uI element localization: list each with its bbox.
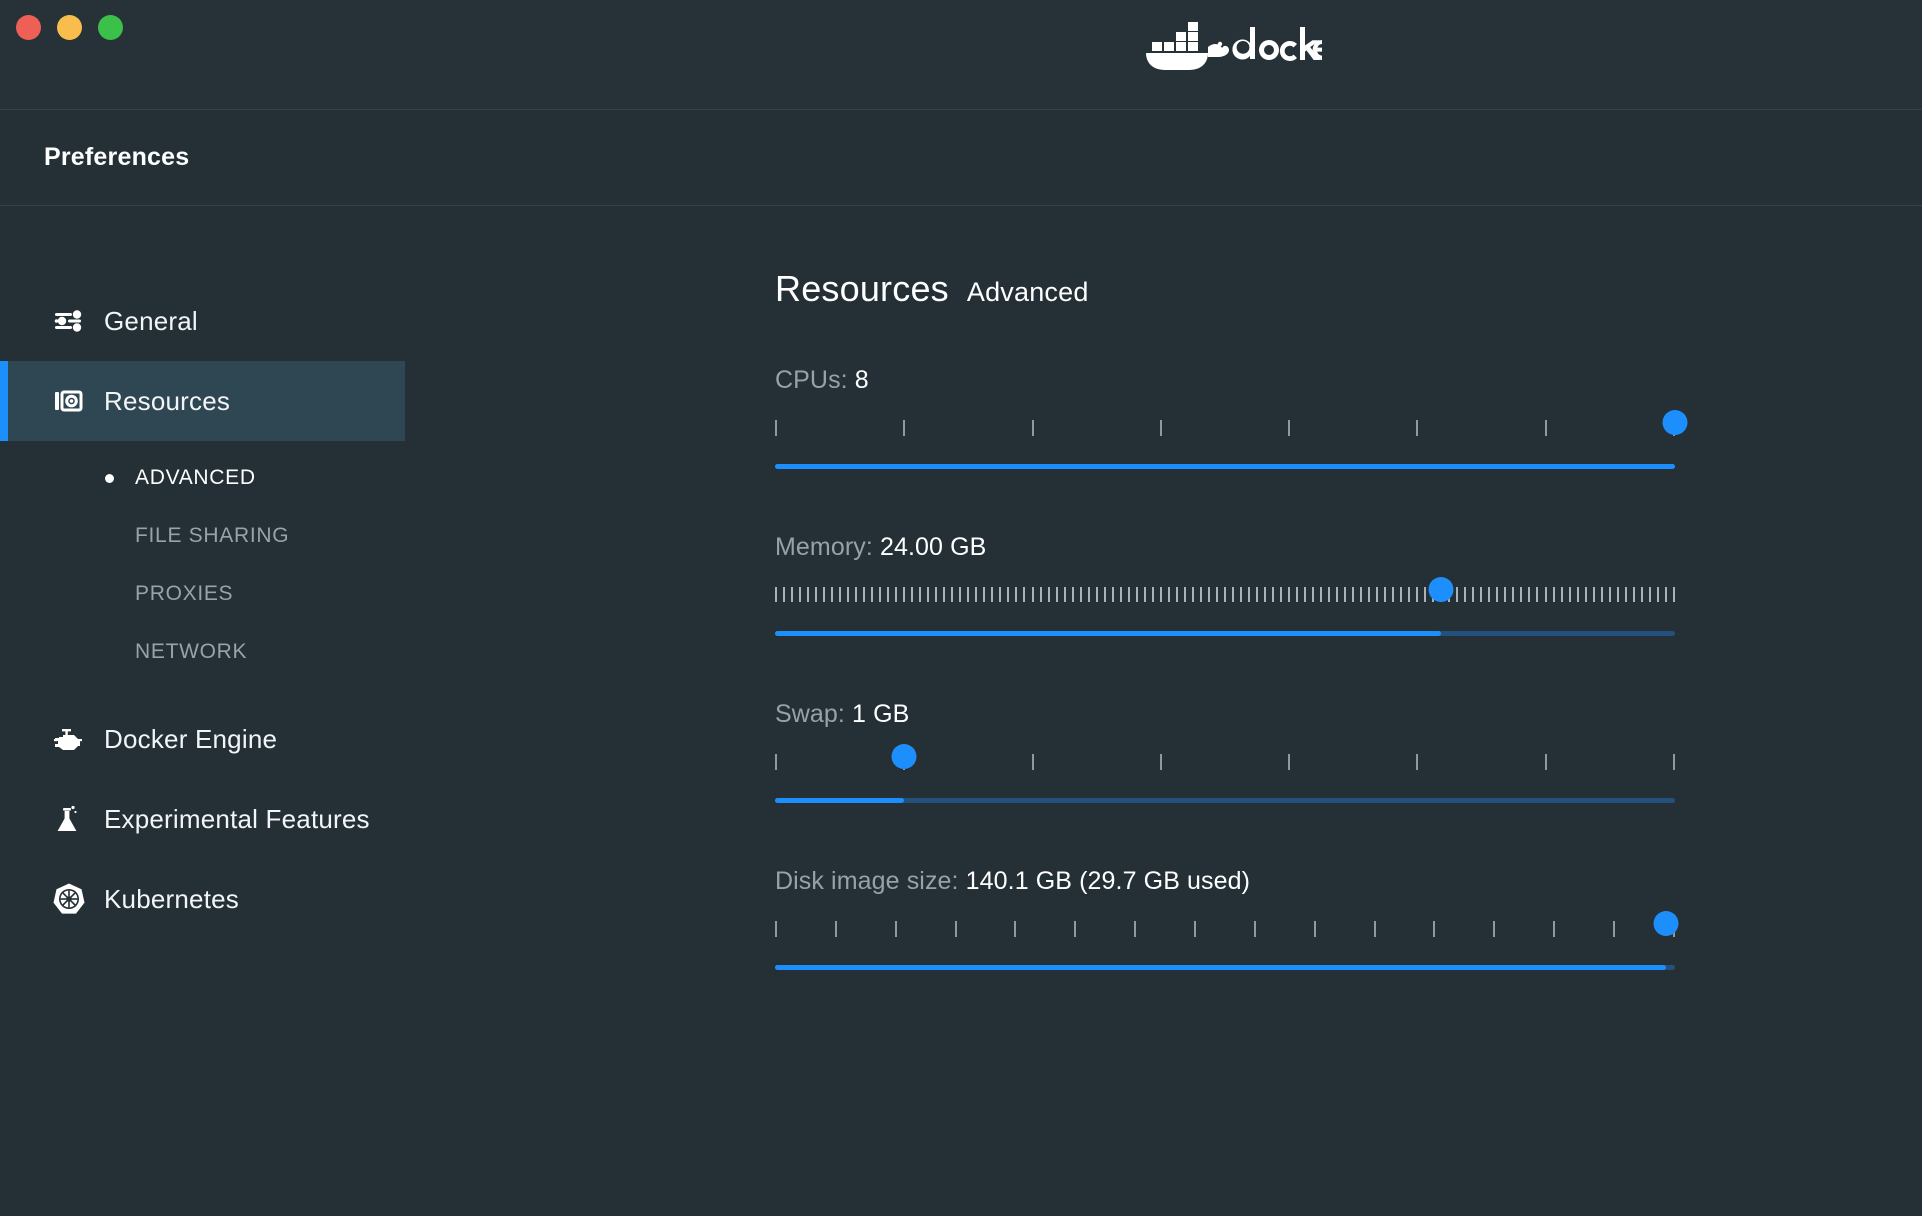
slider-fill-disk-image-size [775, 965, 1666, 970]
sidebar-item-label: Resources [104, 385, 231, 416]
subnav-item-network[interactable]: NETWORK [105, 623, 775, 681]
resources-subnav: ADVANCED FILE SHARING PROXIES NETWORK [0, 441, 775, 681]
subnav-item-advanced[interactable]: ADVANCED [105, 449, 775, 507]
minimize-window-button[interactable] [57, 15, 82, 40]
slider-thumb-cpus[interactable] [1662, 410, 1688, 435]
slider-thumb-swap[interactable] [891, 744, 917, 769]
slider-thumb-memory[interactable] [1428, 577, 1454, 602]
sidebar-item-kubernetes[interactable]: Kubernetes [0, 859, 405, 939]
sidebar-item-experimental-features[interactable]: Experimental Features [0, 779, 405, 859]
preferences-header: Preferences [0, 110, 1922, 206]
window-titlebar [0, 0, 1922, 110]
slider-label-text: CPUs: [775, 366, 848, 394]
slider-value-text: 8 [854, 366, 869, 394]
panel-header: Resources Advanced [775, 268, 1922, 310]
slider-value-text: 140.1 GB (29.7 GB used) [965, 867, 1251, 895]
slider-block-disk-image-size: Disk image size: 140.1 GB (29.7 GB used) [775, 867, 1922, 981]
helm-wheel-icon [52, 882, 98, 916]
slider-ticks-memory [775, 587, 1675, 603]
slider-label-text: Disk image size: [775, 867, 959, 895]
slider-disk-image-size[interactable] [775, 911, 1679, 981]
slider-memory[interactable] [775, 577, 1675, 647]
sidebar-item-general[interactable]: General [0, 281, 405, 361]
slider-fill-cpus [775, 464, 1675, 469]
slider-track-swap[interactable] [775, 798, 1675, 803]
preferences-body: General Resources ADVANCED FILE SHARING … [0, 206, 1922, 1216]
sidebar-item-label: Kubernetes [104, 883, 239, 914]
slider-fill-memory [775, 631, 1441, 636]
docker-logo [1140, 22, 1322, 70]
slider-label-cpus: CPUs: 8 [775, 366, 1922, 395]
subnav-item-label: ADVANCED [135, 466, 256, 489]
slider-thumb-disk-image-size[interactable] [1653, 911, 1679, 936]
traffic-light-controls [0, 0, 123, 40]
maximize-window-button[interactable] [98, 15, 123, 40]
panel-subtitle: Advanced [966, 277, 1089, 307]
slider-block-swap: Swap: 1 GB [775, 700, 1922, 814]
slider-swap[interactable] [775, 744, 1675, 814]
docker-whale-wordmark-icon [1146, 22, 1322, 70]
slider-ticks-cpus [775, 420, 1675, 436]
slider-block-memory: Memory: 24.00 GB [775, 533, 1922, 647]
slider-label-memory: Memory: 24.00 GB [775, 533, 1922, 562]
slider-fill-swap [775, 798, 904, 803]
slider-value-text: 1 GB [852, 700, 910, 728]
sliders-container: CPUs: 8 Memory: 24.00 GB Swap: 1 GB Disk im… [775, 366, 1922, 981]
panel-title: Resources [775, 268, 949, 309]
subnav-item-label: FILE SHARING [135, 524, 290, 547]
flask-icon [52, 803, 98, 835]
slider-label-disk-image-size: Disk image size: 140.1 GB (29.7 GB used) [775, 867, 1922, 896]
subnav-item-file-sharing[interactable]: FILE SHARING [105, 507, 775, 565]
engine-icon [52, 723, 98, 755]
docker-preferences-window: Preferences General Resources ADVANCED F… [0, 0, 1922, 1216]
slider-cpus[interactable] [775, 410, 1688, 480]
subnav-item-proxies[interactable]: PROXIES [105, 565, 775, 623]
slider-label-text: Swap: [775, 700, 845, 728]
sliders-icon [52, 305, 98, 337]
resources-icon [52, 385, 98, 417]
slider-label-swap: Swap: 1 GB [775, 700, 1922, 729]
close-window-button[interactable] [16, 15, 41, 40]
slider-block-cpus: CPUs: 8 [775, 366, 1922, 480]
sidebar-item-resources[interactable]: Resources [0, 361, 405, 441]
sidebar-item-label: Docker Engine [104, 723, 278, 754]
resources-advanced-panel: Resources Advanced CPUs: 8 Memory: 24.00 … [775, 206, 1922, 1216]
subnav-item-label: PROXIES [135, 582, 234, 605]
slider-track-cpus[interactable] [775, 464, 1675, 469]
slider-ticks-disk-image-size [775, 921, 1675, 937]
active-bullet-icon [105, 473, 129, 483]
slider-label-text: Memory: [775, 533, 873, 561]
sidebar-item-label: General [104, 305, 198, 336]
slider-track-memory[interactable] [775, 631, 1675, 636]
sidebar-item-docker-engine[interactable]: Docker Engine [0, 699, 405, 779]
sidebar-item-label: Experimental Features [104, 803, 370, 834]
slider-value-text: 24.00 GB [879, 533, 987, 561]
subnav-item-label: NETWORK [135, 640, 248, 663]
page-title: Preferences [44, 143, 190, 171]
subnav-spacer [0, 681, 775, 699]
settings-sidebar: General Resources ADVANCED FILE SHARING … [0, 206, 775, 1216]
slider-track-disk-image-size[interactable] [775, 965, 1675, 970]
